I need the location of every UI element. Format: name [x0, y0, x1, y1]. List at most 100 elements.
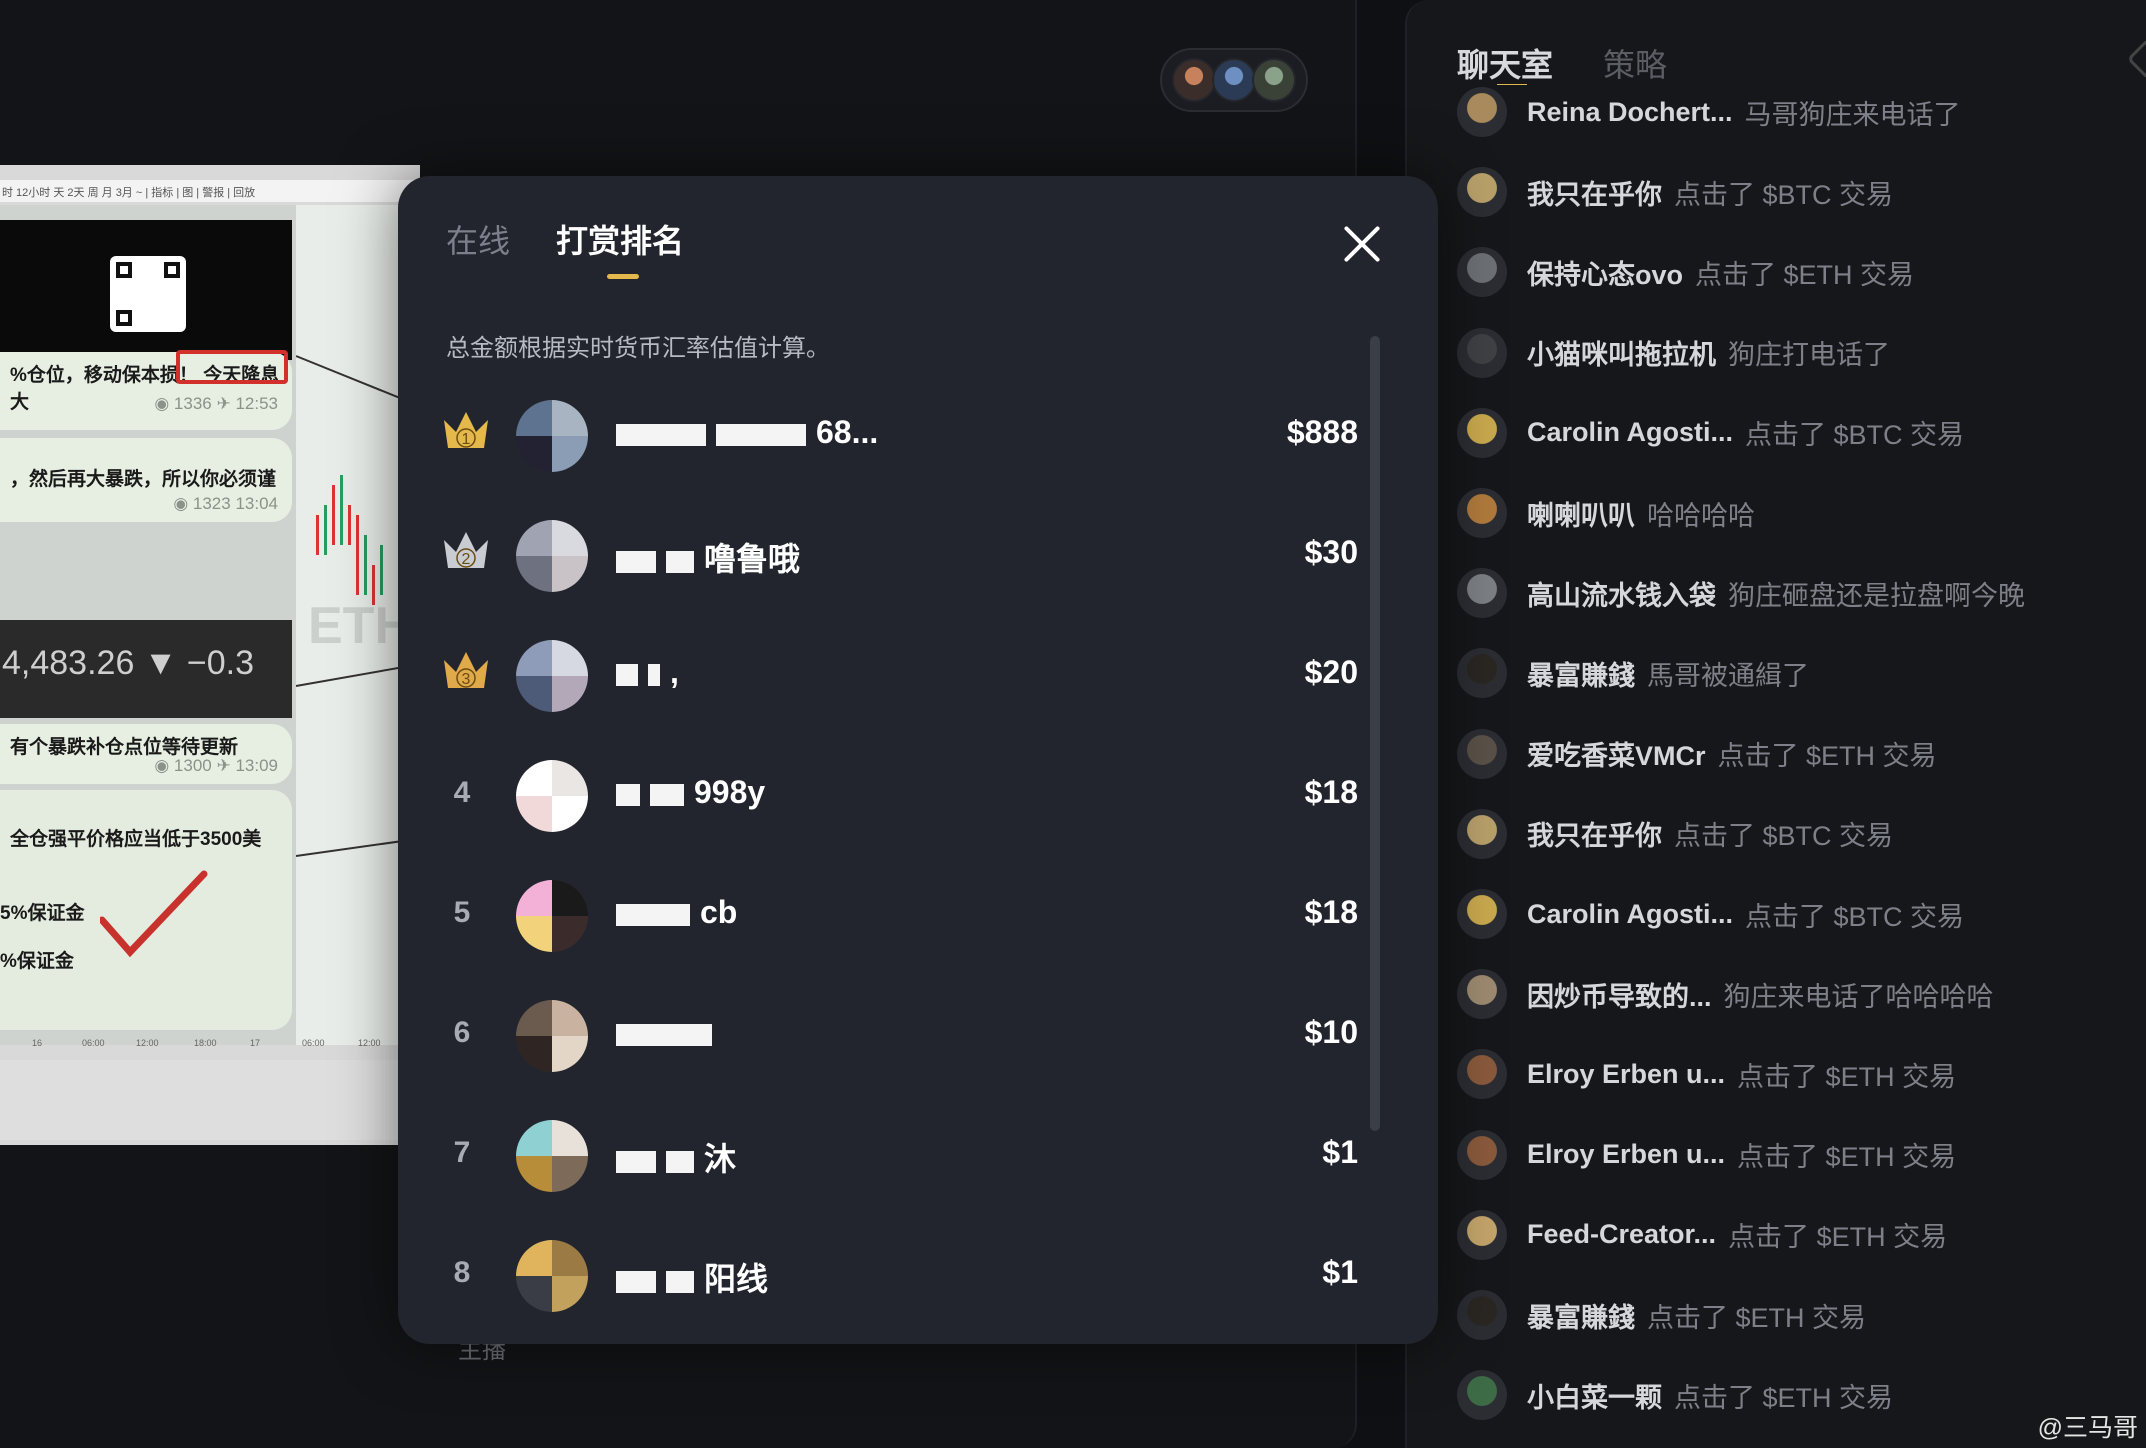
ranking-row[interactable]: 2 噜鲁哦 $30: [398, 496, 1358, 616]
chat-message: Feed-Creator... 点击了 $ETH 交易: [1457, 1205, 2146, 1265]
ranking-row[interactable]: 6 $10: [398, 976, 1358, 1096]
avatar[interactable]: [1457, 648, 1507, 699]
chart-symbol-watermark: ETH: [308, 597, 412, 655]
chat-text: 点击了 $ETH 交易: [1647, 1302, 1867, 1333]
chat-text: 点击了 $BTC 交易: [1745, 901, 1965, 932]
ranking-username[interactable]: 998y: [616, 774, 765, 811]
chat-username[interactable]: Reina Dochert...: [1527, 97, 1733, 128]
avatar[interactable]: [1457, 488, 1507, 538]
ranking-row[interactable]: 1 68... $888: [398, 376, 1358, 496]
visible-name-part: 噜鲁哦: [704, 541, 801, 577]
pixelated-name-part: [648, 663, 660, 686]
chat-username[interactable]: 暴富賺錢: [1527, 654, 1635, 693]
chat-username[interactable]: 暴富賺錢: [1527, 1296, 1635, 1335]
pixelated-name-part: [666, 1270, 694, 1293]
close-icon[interactable]: [1340, 222, 1384, 266]
rank-number: 3: [462, 671, 471, 688]
avatar[interactable]: [1457, 1370, 1507, 1421]
chat-username[interactable]: 我只在乎你: [1527, 173, 1662, 212]
avatar[interactable]: [1457, 1209, 1507, 1260]
avatar[interactable]: [516, 1000, 588, 1072]
ranking-username[interactable]: ,: [616, 654, 679, 691]
tip-amount: $20: [1304, 654, 1358, 690]
avatar[interactable]: [1457, 247, 1507, 298]
avatar[interactable]: [516, 520, 588, 592]
ranking-username[interactable]: 噜鲁哦: [616, 534, 800, 580]
chat-username[interactable]: Carolin Agosti...: [1527, 899, 1733, 930]
chat-username[interactable]: 因炒币导致的...: [1527, 975, 1712, 1014]
avatar[interactable]: [1457, 1049, 1507, 1100]
chat-username[interactable]: 小白菜一颗: [1527, 1376, 1662, 1415]
avatar[interactable]: [1457, 568, 1507, 619]
avatar[interactable]: [516, 760, 588, 832]
avatar[interactable]: [1457, 167, 1507, 218]
avatar[interactable]: [1457, 1129, 1507, 1180]
ranking-row[interactable]: 4 998y $18: [398, 736, 1358, 856]
ranking-username[interactable]: cb: [616, 894, 737, 931]
ranking-row[interactable]: 5 cb $18: [398, 856, 1358, 976]
chat-message-list[interactable]: Reina Dochert... 马哥狗庄来电话了 我只在乎你 点击了 $BTC 交易…: [1457, 84, 2146, 1448]
chat-username[interactable]: 我只在乎你: [1527, 814, 1662, 853]
eye-icon: ◉: [154, 394, 170, 413]
chat-username[interactable]: 爱吃香菜VMCr: [1527, 734, 1706, 773]
stream-chart-toolbar: 时 12小时 天 2天 周 月 3月 ~ | 指标 | 图 | 警报 | 回放: [0, 180, 420, 202]
chat-message: Carolin Agosti... 点击了 $BTC 交易: [1457, 884, 2146, 944]
avatar[interactable]: [1457, 1290, 1507, 1340]
chat-username[interactable]: 喇喇叭叭: [1527, 494, 1635, 533]
tab-tip-ranking[interactable]: 打赏排名: [556, 216, 684, 262]
visible-name-part: 沐: [704, 1141, 737, 1177]
settings-icon[interactable]: [2126, 37, 2146, 81]
avatar[interactable]: [1457, 889, 1507, 939]
bubble-text: ，然后再大暴跌，所以你必须谨: [10, 469, 277, 490]
time-axis-label: 12:00: [358, 1038, 381, 1048]
chat-message: 我只在乎你 点击了 $BTC 交易: [1457, 162, 2146, 222]
ranking-username[interactable]: 沐: [616, 1134, 736, 1180]
message-time: 13:09: [235, 756, 278, 775]
time-axis-label: 16: [32, 1038, 43, 1048]
avatar[interactable]: [516, 400, 588, 472]
avatar[interactable]: [516, 1120, 588, 1192]
tab-online[interactable]: 在线: [446, 216, 510, 262]
rank-number: 8: [453, 1256, 471, 1289]
chat-username[interactable]: Elroy Erben u...: [1527, 1139, 1725, 1170]
view-count: 1323: [192, 494, 231, 513]
ranking-username[interactable]: 68...: [616, 414, 878, 451]
viewer-avatar-group[interactable]: [1160, 48, 1308, 112]
chat-username[interactable]: 高山流水钱入袋: [1527, 574, 1716, 613]
chat-message: 暴富賺錢 点击了 $ETH 交易: [1457, 1285, 2146, 1345]
candle: [324, 505, 327, 555]
avatar[interactable]: [1457, 808, 1507, 859]
avatar[interactable]: [1457, 87, 1507, 137]
avatar[interactable]: [516, 880, 588, 952]
avatar[interactable]: [516, 1240, 588, 1312]
tab-strategy[interactable]: 策略: [1603, 40, 1667, 86]
chat-username[interactable]: 保持心态ovo: [1527, 253, 1683, 292]
chat-text: 馬哥被通緝了: [1647, 660, 1809, 691]
chat-text: 点击了 $BTC 交易: [1745, 420, 1965, 451]
tip-amount: $18: [1304, 894, 1358, 930]
avatar[interactable]: [1457, 728, 1507, 779]
rank-number: 1: [462, 431, 471, 448]
chat-username[interactable]: Carolin Agosti...: [1527, 417, 1733, 448]
tab-chat-room[interactable]: 聊天室: [1457, 40, 1553, 86]
ranking-username[interactable]: [616, 1014, 722, 1051]
time-axis-label: 17: [250, 1038, 261, 1048]
avatar[interactable]: [516, 640, 588, 712]
avatar[interactable]: [1457, 407, 1507, 458]
stream-chat-bubble: 有个暴跌补仓点位等待更新 ◉ 1300 ✈ 13:09: [0, 724, 292, 784]
chat-username[interactable]: Elroy Erben u...: [1527, 1059, 1725, 1090]
ranking-list[interactable]: 1 68... $888 2 噜鲁哦 $30 3, $20 4 998y $18 5 cb $18 6 $10…: [398, 376, 1398, 1336]
time-axis-label: 12:00: [136, 1038, 159, 1048]
message-time: 12:53: [235, 394, 278, 413]
ranking-row[interactable]: 3, $20: [398, 616, 1358, 736]
avatar[interactable]: [1457, 969, 1507, 1020]
avatar[interactable]: [1457, 327, 1507, 378]
chat-username[interactable]: 小猫咪叫拖拉机: [1527, 333, 1716, 372]
ranking-username[interactable]: 阳线: [616, 1254, 768, 1300]
chat-message: 暴富賺錢 馬哥被通緝了: [1457, 643, 2146, 703]
chat-message: 保持心态ovo 点击了 $ETH 交易: [1457, 242, 2146, 302]
chat-username[interactable]: Feed-Creator...: [1527, 1219, 1716, 1250]
ranking-row[interactable]: 8 阳线 $1: [398, 1216, 1358, 1336]
ranking-row[interactable]: 7 沐 $1: [398, 1096, 1358, 1216]
chat-message: 我只在乎你 点击了 $BTC 交易: [1457, 804, 2146, 864]
